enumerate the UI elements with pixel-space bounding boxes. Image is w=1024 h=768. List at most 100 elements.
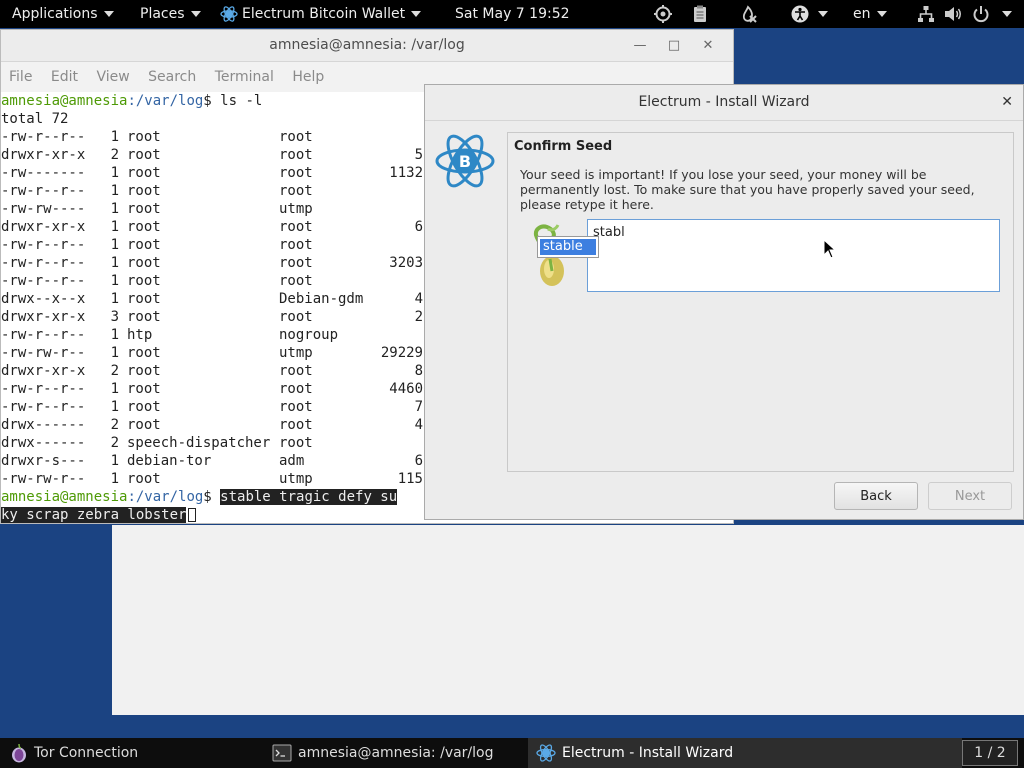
- listing-size: 29229: [380, 345, 423, 361]
- listing-owner: htp: [127, 327, 153, 343]
- listing-perm: -rw-rw-r--: [1, 345, 86, 361]
- chevron-down-icon: [103, 11, 114, 17]
- clock[interactable]: Sat May 7 19:52: [455, 0, 570, 28]
- listing-group: utmp: [279, 201, 313, 217]
- listing-perm: -rw-r--r--: [1, 255, 86, 271]
- menu-search[interactable]: Search: [148, 62, 196, 92]
- menu-help[interactable]: Help: [292, 62, 324, 92]
- listing-n: 1: [110, 237, 119, 253]
- listing-perm: drwxr-xr-x: [1, 147, 86, 163]
- listing-n: 1: [110, 201, 119, 217]
- listing-group: root: [279, 129, 313, 145]
- places-label: Places: [140, 6, 185, 22]
- onion-status-icon[interactable]: [738, 4, 758, 24]
- listing-group: root: [279, 309, 313, 325]
- listing-owner: root: [127, 183, 161, 199]
- close-icon[interactable]: ✕: [1001, 85, 1013, 120]
- listing-n: 2: [110, 435, 119, 451]
- wizard-title: Electrum - Install Wizard: [638, 94, 810, 110]
- listing-group: utmp: [279, 471, 313, 487]
- listing-n: 1: [110, 273, 119, 289]
- autocomplete-suggestion[interactable]: stable: [540, 239, 596, 255]
- listing-n: 1: [110, 219, 119, 235]
- network-gear-icon[interactable]: [653, 4, 673, 24]
- prompt-symbol: $: [203, 489, 221, 505]
- maximize-icon[interactable]: □: [657, 30, 691, 61]
- power-icon[interactable]: [971, 4, 991, 24]
- electrum-icon: [220, 6, 238, 22]
- mouse-pointer-icon: [823, 239, 837, 259]
- menu-edit[interactable]: Edit: [51, 62, 78, 92]
- terminal-titlebar[interactable]: amnesia@amnesia: /var/log — □ ✕: [1, 30, 733, 62]
- listing-group: root: [279, 183, 313, 199]
- chevron-down-icon: [411, 11, 422, 17]
- listing-owner: root: [127, 129, 161, 145]
- wizard-titlebar[interactable]: Electrum - Install Wizard ✕: [425, 85, 1023, 121]
- listing-owner: root: [127, 273, 161, 289]
- listing-perm: drwxr-xr-x: [1, 219, 86, 235]
- listing-group: root: [279, 435, 313, 451]
- menu-view[interactable]: View: [96, 62, 129, 92]
- listing-size: 3203: [389, 255, 423, 271]
- next-button[interactable]: Next: [928, 482, 1012, 510]
- listing-owner: root: [127, 147, 161, 163]
- applications-menu[interactable]: Applications: [12, 0, 114, 28]
- minimize-icon[interactable]: —: [623, 30, 657, 61]
- clipboard-icon[interactable]: [690, 4, 710, 24]
- seed-warning-message: Your seed is important! If you lose your…: [520, 167, 975, 212]
- listing-group: root: [279, 165, 313, 181]
- volume-icon[interactable]: [943, 4, 963, 24]
- listing-n: 2: [110, 417, 119, 433]
- listing-owner: debian-tor: [127, 453, 212, 469]
- terminal-task-label: amnesia@amnesia: /var/log: [298, 745, 494, 761]
- applications-label: Applications: [12, 6, 98, 22]
- listing-owner: root: [127, 417, 161, 433]
- taskbar-terminal[interactable]: amnesia@amnesia: /var/log: [272, 738, 494, 768]
- app-menu[interactable]: Electrum Bitcoin Wallet: [220, 0, 422, 28]
- listing-group: root: [279, 237, 313, 253]
- selected-seed-text: ky scrap zebra lobster: [1, 507, 187, 523]
- listing-perm: -rw-r--r--: [1, 183, 86, 199]
- network-wired-icon[interactable]: [916, 4, 936, 24]
- chevron-down-icon: [818, 11, 828, 17]
- tor-connection-label: Tor Connection: [34, 745, 139, 761]
- menu-file[interactable]: File: [9, 62, 32, 92]
- listing-size: 4: [414, 417, 423, 433]
- listing-owner: root: [127, 345, 161, 361]
- electrum-task-label: Electrum - Install Wizard: [562, 745, 734, 761]
- terminal-cursor: [188, 508, 197, 522]
- listing-size: 6: [414, 219, 423, 235]
- listing-size: 8: [414, 363, 423, 379]
- listing-size: 4460: [389, 381, 423, 397]
- seed-textarea[interactable]: stabl: [587, 219, 1000, 292]
- listing-n: 1: [110, 165, 119, 181]
- menu-terminal[interactable]: Terminal: [215, 62, 274, 92]
- prompt-user: amnesia@amnesia: [1, 93, 128, 109]
- workspace-switcher[interactable]: 1 / 2: [962, 740, 1018, 766]
- language-menu[interactable]: en: [853, 0, 887, 28]
- listing-perm: drwxr-xr-x: [1, 363, 86, 379]
- listing-owner: root: [127, 165, 161, 181]
- command-text: ls -l: [220, 93, 263, 109]
- listing-n: 1: [110, 471, 119, 487]
- listing-perm: -rw-r--r--: [1, 381, 86, 397]
- accessibility-icon[interactable]: [790, 4, 810, 24]
- listing-n: 3: [110, 309, 119, 325]
- bottom-taskbar: Tor Connection amnesia@amnesia: /var/log…: [0, 738, 1024, 768]
- terminal-icon: [272, 744, 292, 762]
- listing-owner: root: [127, 363, 161, 379]
- group-title: Confirm Seed: [514, 139, 613, 154]
- close-icon[interactable]: ✕: [691, 30, 725, 61]
- places-menu[interactable]: Places: [140, 0, 201, 28]
- listing-group: root: [279, 399, 313, 415]
- back-button[interactable]: Back: [834, 482, 918, 510]
- taskbar-electrum[interactable]: Electrum - Install Wizard: [528, 738, 962, 768]
- listing-owner: root: [127, 471, 161, 487]
- listing-owner: root: [127, 309, 161, 325]
- chevron-down-icon: [190, 11, 201, 17]
- listing-n: 1: [110, 183, 119, 199]
- listing-owner: root: [127, 399, 161, 415]
- taskbar-tor-connection[interactable]: Tor Connection: [10, 738, 138, 768]
- listing-size: 4: [414, 291, 423, 307]
- listing-n: 1: [110, 345, 119, 361]
